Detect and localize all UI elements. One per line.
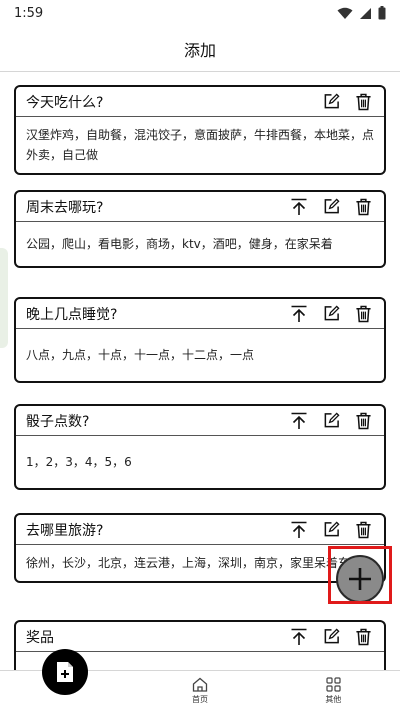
- edit-icon[interactable]: [320, 303, 342, 325]
- card-title: 去哪里旅游?: [26, 522, 104, 539]
- edit-icon[interactable]: [320, 626, 342, 648]
- new-document-button[interactable]: [42, 649, 88, 695]
- card-header: 晚上几点睡觉?: [16, 299, 384, 329]
- card-header: 骰子点数?: [16, 406, 384, 436]
- nav-home[interactable]: 首页: [133, 671, 266, 711]
- card-header: 去哪里旅游?: [16, 515, 384, 545]
- page-title-bar: 添加: [0, 26, 400, 72]
- card-header: 奖品: [16, 622, 384, 652]
- status-icons: [337, 6, 386, 20]
- question-card[interactable]: 骰子点数? 1，2，3，4，5，6: [14, 404, 386, 490]
- card-content: 汉堡炸鸡，自助餐，混沌饺子，意面披萨，牛排西餐，本地菜，点外卖，自己做: [26, 128, 375, 162]
- edit-icon[interactable]: [320, 196, 342, 218]
- card-content: 公园，爬山，看电影，商场，ktv，酒吧，健身，在家呆着: [26, 237, 333, 251]
- home-icon: [192, 677, 208, 692]
- card-actions: [288, 626, 374, 648]
- highlight-box: [328, 546, 392, 604]
- battery-icon: [378, 6, 386, 20]
- wifi-icon: [337, 7, 353, 19]
- question-card[interactable]: 今天吃什么? 汉堡炸鸡，自助餐，混沌饺子，意面披萨，牛排西餐，本地菜，点外卖，自…: [14, 85, 386, 175]
- edit-icon[interactable]: [320, 91, 342, 113]
- pin-top-icon[interactable]: [288, 519, 310, 541]
- card-title: 奖品: [26, 629, 54, 646]
- trash-icon[interactable]: [352, 303, 374, 325]
- nav-home-label: 首页: [191, 695, 208, 704]
- trash-icon[interactable]: [352, 626, 374, 648]
- trash-icon[interactable]: [352, 196, 374, 218]
- card-title: 晚上几点睡觉?: [26, 306, 118, 323]
- card-actions: [288, 519, 374, 541]
- nav-other-label: 其他: [325, 695, 342, 704]
- card-header: 今天吃什么?: [16, 87, 384, 117]
- edit-icon[interactable]: [320, 410, 342, 432]
- pin-top-icon[interactable]: [288, 196, 310, 218]
- edit-icon[interactable]: [320, 519, 342, 541]
- status-bar: 1:59: [0, 0, 400, 26]
- signal-icon: [360, 7, 371, 19]
- status-time: 1:59: [14, 5, 44, 21]
- add-document-icon: [57, 662, 73, 682]
- card-header: 周末去哪玩?: [16, 192, 384, 222]
- card-title: 周末去哪玩?: [26, 199, 104, 216]
- edge-handle: [0, 248, 8, 348]
- pin-top-icon[interactable]: [288, 626, 310, 648]
- trash-icon[interactable]: [352, 410, 374, 432]
- nav-other[interactable]: 其他: [267, 671, 400, 711]
- pin-top-icon[interactable]: [288, 410, 310, 432]
- card-title: 骰子点数?: [26, 413, 90, 430]
- card-actions: [288, 196, 374, 218]
- card-content: 八点，九点，十点，十一点，十二点，一点: [26, 348, 255, 362]
- card-title: 今天吃什么?: [26, 94, 104, 111]
- card-actions: [288, 410, 374, 432]
- question-card[interactable]: 周末去哪玩? 公园，爬山，看电影，商场，ktv，酒吧，健身，在家呆着: [14, 190, 386, 268]
- card-actions: [288, 303, 374, 325]
- page-title: 添加: [183, 40, 216, 60]
- card-actions: [320, 91, 374, 113]
- trash-icon[interactable]: [352, 91, 374, 113]
- card-content: 1，2，3，4，5，6: [26, 455, 132, 469]
- trash-icon[interactable]: [352, 519, 374, 541]
- question-card[interactable]: 晚上几点睡觉? 八点，九点，十点，十一点，十二点，一点: [14, 297, 386, 383]
- pin-top-icon[interactable]: [288, 303, 310, 325]
- grid-icon: [326, 677, 341, 692]
